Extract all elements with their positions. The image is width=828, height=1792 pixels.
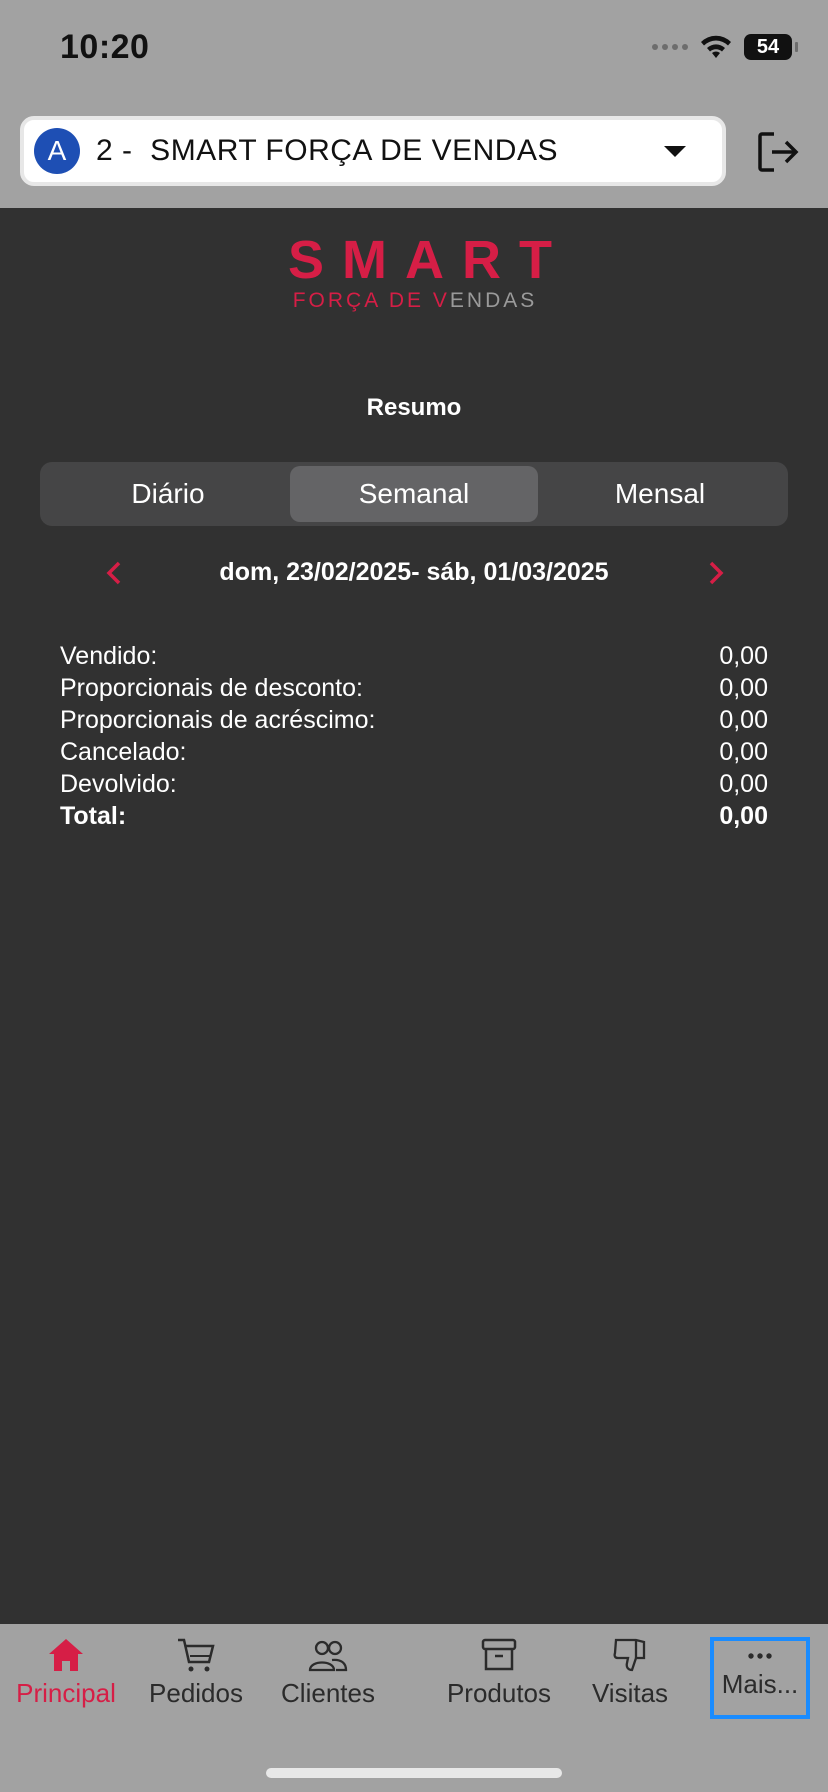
summary-row-devolvido: Devolvido: 0,00 [60,768,768,800]
wifi-icon [701,35,731,58]
summary-label: Proporcionais de acréscimo: [60,706,376,734]
archive-icon [481,1638,517,1671]
tab-mensal[interactable]: Mensal [536,466,784,522]
chevron-left-icon[interactable] [100,558,130,588]
home-indicator [266,1768,562,1778]
summary-row-acrescimo: Proporcionais de acréscimo: 0,00 [60,704,768,736]
cellular-signal-icon [652,44,688,50]
logout-icon[interactable] [756,130,800,174]
summary-list: Vendido: 0,00 Proporcionais de desconto:… [60,640,768,832]
nav-label: Produtos [446,1678,552,1708]
logo-sub-text: FORÇA DE VENDAS [270,288,560,314]
nav-mais[interactable]: Mais... [710,1637,810,1719]
nav-pedidos[interactable]: Pedidos [138,1636,254,1732]
status-icons: 54 [652,34,798,60]
tab-semanal[interactable]: Semanal [290,466,538,522]
date-navigation: dom, 23/02/2025- sáb, 01/03/2025 [0,550,828,596]
nav-label: Principal [16,1678,116,1708]
status-time: 10:20 [60,28,150,66]
nav-label: Mais... [721,1669,799,1699]
users-icon [308,1640,348,1672]
summary-label: Cancelado: [60,738,187,766]
summary-label: Vendido: [60,642,158,670]
thumbs-down-icon [613,1638,646,1672]
chevron-down-icon[interactable] [664,146,686,157]
tab-diario[interactable]: Diário [44,466,292,522]
chevron-right-icon[interactable] [700,558,730,588]
summary-value: 0,00 [719,642,768,670]
summary-value: 0,00 [719,674,768,702]
cart-icon [178,1638,215,1672]
summary-value: 0,00 [719,738,768,766]
more-icon [748,1653,772,1659]
company-label: 2 - SMART FORÇA DE VENDAS [96,134,558,167]
company-selector[interactable]: A 2 - SMART FORÇA DE VENDAS [20,116,726,186]
summary-row-total: Total: 0,00 [60,800,768,832]
summary-value: 0,00 [719,770,768,798]
bottom-nav: Principal Pedidos Clientes Produtos Visi… [0,1624,828,1792]
summary-label: Proporcionais de desconto: [60,674,363,702]
nav-principal[interactable]: Principal [4,1636,128,1732]
summary-value: 0,00 [719,802,768,830]
logo-sub-gray: ENDAS [449,289,538,312]
summary-value: 0,00 [719,706,768,734]
battery-level: 54 [756,35,780,58]
nav-label: Visitas [591,1678,669,1708]
company-avatar: A [34,128,80,174]
nav-clientes[interactable]: Clientes [268,1636,388,1732]
nav-produtos[interactable]: Produtos [440,1636,558,1732]
period-segmented-control: Diário Semanal Mensal [40,462,788,526]
summary-row-desconto: Proporcionais de desconto: 0,00 [60,672,768,704]
summary-label: Total: [60,802,127,830]
nav-visitas[interactable]: Visitas [580,1636,680,1732]
logo-main-text: SMART [288,230,570,290]
nav-label: Pedidos [149,1678,243,1708]
resumo-title: Resumo [366,394,462,421]
home-icon [49,1639,83,1671]
summary-label: Devolvido: [60,770,177,798]
summary-row-cancelado: Cancelado: 0,00 [60,736,768,768]
logo-sub-red: FORÇA DE V [292,289,450,312]
battery-icon: 54 [744,34,798,60]
top-bar: 10:20 54 A 2 - SMART FORÇA DE VENDAS [0,0,828,208]
smart-logo: SMART FORÇA DE VENDAS [270,232,560,342]
summary-row-vendido: Vendido: 0,00 [60,640,768,672]
nav-label: Clientes [281,1678,375,1708]
